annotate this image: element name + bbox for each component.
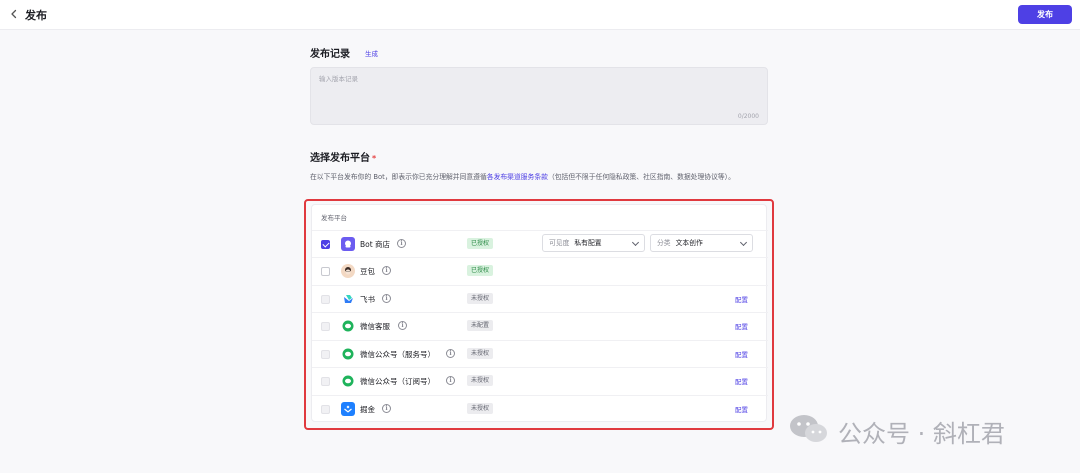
publish-button[interactable]: 发布 [1018, 5, 1072, 24]
wechat-logo-icon [790, 415, 827, 442]
record-textarea[interactable]: 输入版本记录 0/2000 [310, 67, 768, 125]
terms-link[interactable]: 各发布渠道服务条款 [487, 173, 548, 181]
desc-prefix: 在以下平台发布你的 Bot，即表示你已充分理解并同意遵循 [310, 173, 487, 181]
platform-section-title: 选择发布平台 * [310, 149, 376, 164]
record-placeholder: 输入版本记录 [319, 75, 358, 83]
record-char-count: 0/2000 [737, 113, 759, 120]
generate-link[interactable]: 生成 [365, 48, 378, 58]
highlight-box [304, 199, 774, 430]
back-arrow-icon[interactable] [8, 8, 20, 20]
page-title: 发布 [25, 9, 47, 22]
top-bar: 发布 发布 [0, 0, 1080, 30]
record-title: 发布记录 [310, 49, 350, 60]
platform-title-text: 选择发布平台 [310, 153, 370, 164]
watermark-text: 公众号 · 斜杠君 [838, 420, 1005, 448]
desc-suffix: （包括但不限于任何隐私政策、社区指南、数据处理协议等）。 [547, 173, 735, 181]
watermark: 公众号 · 斜杠君 [788, 410, 1048, 450]
platform-description: 在以下平台发布你的 Bot，即表示你已充分理解并同意遵循各发布渠道服务条款（包括… [310, 171, 770, 183]
required-mark: * [372, 154, 377, 163]
